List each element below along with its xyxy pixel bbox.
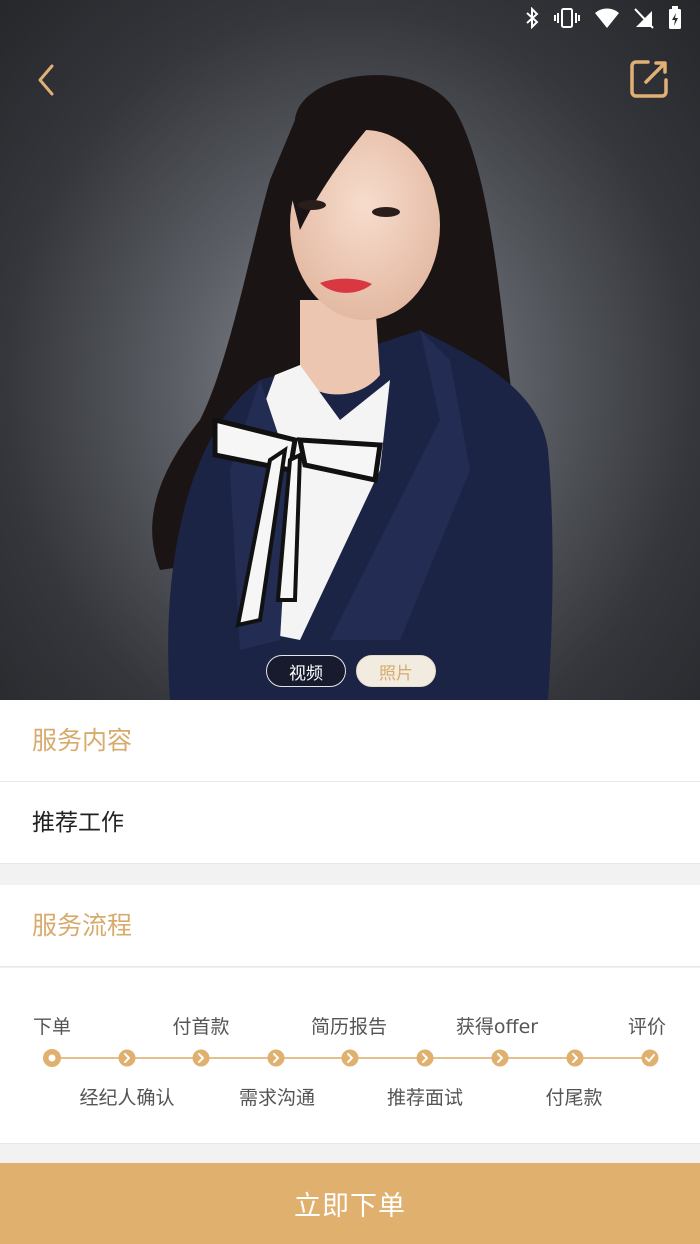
service-content-item: 推荐工作 [0,782,700,864]
back-button[interactable] [30,60,64,100]
service-flow-section: 服务流程 [0,885,700,967]
hero-media: 视频 照片 [0,0,700,700]
edit-icon [630,60,668,98]
vibrate-icon [554,8,580,28]
flow-step: 付尾款 [545,1087,603,1109]
service-flow-title: 服务流程 [0,885,700,967]
flow-step: 推荐面试 [386,1087,464,1109]
portrait-photo [152,75,553,700]
wifi-icon [595,8,619,28]
flow-step: 经纪人确认 [79,1087,175,1109]
status-bar [524,6,682,30]
battery-charging-icon [669,6,681,29]
flow-start-dot [43,1049,61,1067]
bluetooth-icon [526,7,539,29]
order-now-button[interactable]: 立即下单 [0,1163,700,1244]
no-sim-icon [634,8,654,29]
service-content-title: 服务内容 [0,700,700,782]
service-content-section: 服务内容 推荐工作 [0,700,700,864]
flow-progress-line [43,1049,659,1067]
back-arrow-icon [38,64,54,96]
service-flow-steps: 下单 付首款 简历报告 获得offer 评价 经纪人确认 需求沟通 推荐面试 付… [0,968,700,1144]
edit-button[interactable] [628,58,670,100]
video-tab[interactable]: 视频 [266,655,346,687]
flow-step: 需求沟通 [238,1087,316,1109]
photo-tab[interactable]: 照片 [356,655,436,687]
